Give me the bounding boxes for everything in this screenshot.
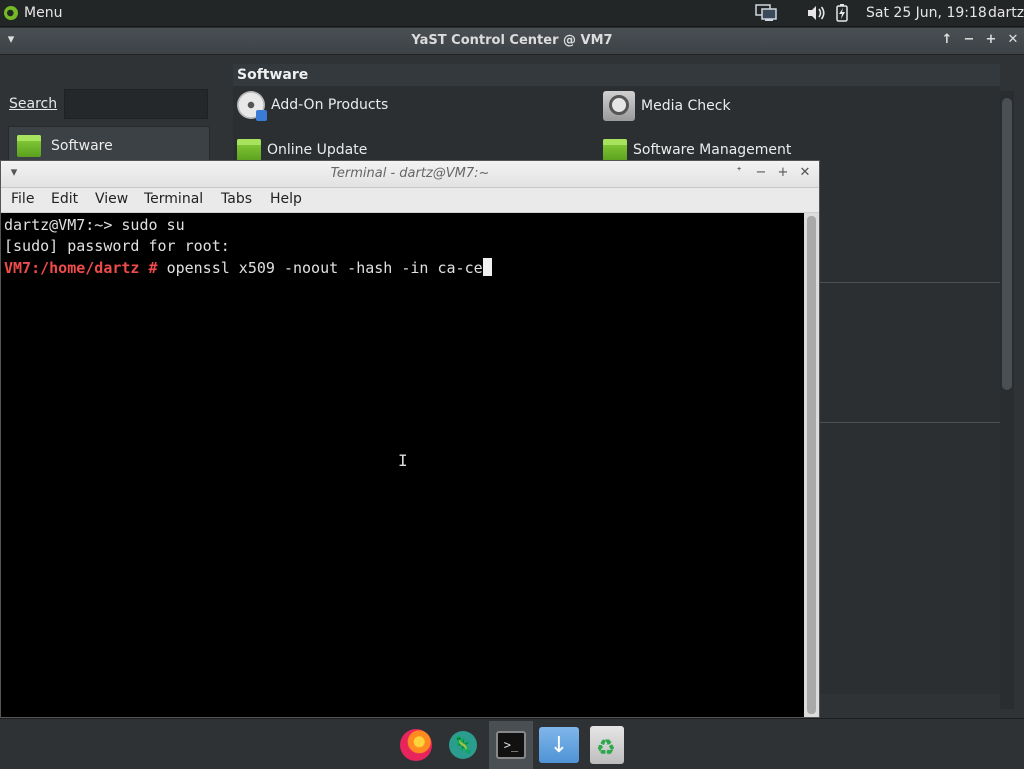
terminal-line: [sudo] password for root: [4, 237, 230, 255]
terminal-menubar: File Edit View Terminal Tabs Help [1, 188, 819, 213]
search-input[interactable] [64, 89, 208, 119]
typed-command: openssl x509 -noout -hash -in ca-ce [166, 259, 483, 277]
opensuse-logo-icon [4, 6, 18, 20]
category-label: Software [51, 138, 113, 154]
keep-above-button[interactable]: ↑ [938, 31, 956, 49]
module-label: Online Update [267, 142, 368, 158]
yast-titlebar[interactable]: ▾ YaST Control Center @ VM7 ↑ − + ✕ [0, 28, 1024, 55]
network-icon[interactable] [754, 0, 778, 26]
module-label: Software Management [633, 142, 792, 158]
terminal-launcher-icon[interactable]: >_ [489, 721, 533, 769]
download-arrow: ↓ [539, 727, 579, 763]
terminal-title: Terminal - dartz@VM7:~ [330, 166, 490, 181]
terminal-titlebar[interactable]: ▾ Terminal - dartz@VM7:~ ᐩ − + ✕ [1, 161, 819, 188]
package-icon [237, 139, 261, 161]
module-online-update[interactable]: Online Update [237, 139, 367, 161]
close-button[interactable]: ✕ [1004, 31, 1022, 49]
window-title: YaST Control Center @ VM7 [411, 33, 613, 48]
cd-addon-icon [237, 91, 267, 121]
top-panel: Menu Sat 25 Jun, 19:18 dartz [0, 0, 1024, 27]
module-media-check[interactable]: Media Check [603, 91, 731, 121]
minimize-button[interactable]: − [960, 31, 978, 49]
category-item-software[interactable]: Software [17, 135, 113, 157]
terminal-glyph: >_ [496, 731, 526, 759]
menu-button[interactable]: Menu [4, 0, 62, 26]
ibeam-cursor-icon: I [398, 451, 408, 470]
volume-icon[interactable] [806, 0, 826, 26]
terminal-line: VM7:/home/dartz # openssl x509 -noout -h… [4, 258, 492, 277]
trash-bin [590, 726, 624, 764]
yast-scrollbar-thumb[interactable] [1002, 98, 1012, 390]
gecko-icon[interactable]: 🦎 [441, 723, 485, 767]
module-software-management[interactable]: Software Management [603, 139, 791, 161]
section-header: Software [233, 64, 1000, 86]
keep-above-button[interactable]: ᐩ [730, 164, 748, 182]
package-icon [17, 135, 41, 157]
firefox-icon[interactable] [394, 723, 438, 767]
terminal-window: ▾ Terminal - dartz@VM7:~ ᐩ − + ✕ File Ed… [0, 160, 820, 718]
divider [820, 282, 1000, 283]
menu-tabs[interactable]: Tabs [221, 191, 252, 207]
root-prompt: VM7:/home/dartz # [4, 259, 158, 277]
menu-file[interactable]: File [11, 191, 34, 207]
minimize-button[interactable]: − [752, 164, 770, 182]
dock: 🦎 >_ ↓ [0, 718, 1024, 769]
maximize-button[interactable]: + [774, 164, 792, 182]
menu-help[interactable]: Help [270, 191, 302, 207]
menu-view[interactable]: View [95, 191, 128, 207]
clock[interactable]: Sat 25 Jun, 19:18 [866, 0, 987, 26]
terminal-line: dartz@VM7:~> sudo su [4, 216, 185, 234]
gecko-logo: 🦎 [449, 731, 477, 759]
trash-icon[interactable] [585, 723, 629, 767]
firefox-logo [400, 729, 432, 761]
menu-label: Menu [24, 5, 63, 21]
close-button[interactable]: ✕ [796, 164, 814, 182]
media-check-icon [603, 91, 635, 121]
search-label: Search [9, 96, 58, 112]
maximize-button[interactable]: + [982, 31, 1000, 49]
terminal-output[interactable]: dartz@VM7:~> sudo su [sudo] password for… [1, 213, 804, 717]
text-cursor [482, 258, 492, 276]
downloads-folder-icon[interactable]: ↓ [537, 723, 581, 767]
menu-terminal[interactable]: Terminal [144, 191, 203, 207]
battery-icon[interactable] [834, 0, 850, 26]
module-label: Add-On Products [271, 97, 389, 113]
divider [820, 422, 1000, 423]
module-label: Media Check [641, 98, 731, 114]
package-icon [603, 139, 627, 161]
menu-edit[interactable]: Edit [51, 191, 78, 207]
user-name[interactable]: dartz [988, 0, 1024, 26]
module-add-on-products[interactable]: Add-On Products [237, 91, 389, 121]
terminal-scrollbar-thumb[interactable] [807, 216, 816, 714]
